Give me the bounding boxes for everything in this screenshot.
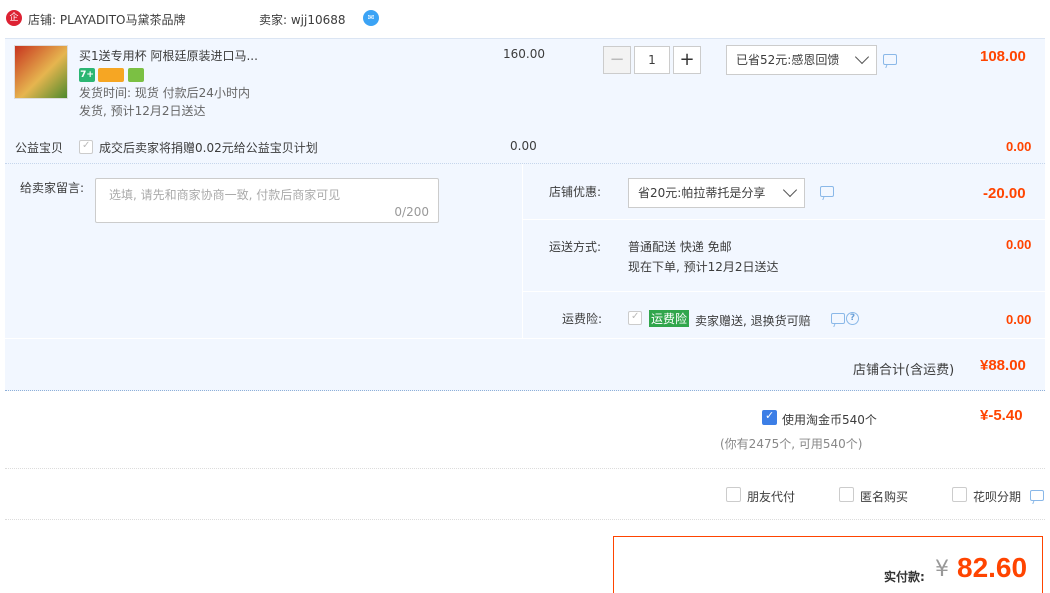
taojinbi-label[interactable]: 使用淘金币540个	[782, 411, 877, 428]
charity-label: 公益宝贝	[15, 141, 64, 155]
ship-time-text: 发货时间: 现货 付款后24小时内	[79, 86, 250, 100]
seven-day-return-icon: 7+	[79, 68, 95, 82]
item-subtotal: 108.00	[980, 48, 1026, 65]
shipping-eta: 现在下单, 预计12月2日送达	[628, 260, 779, 274]
chat-icon[interactable]: ✉	[363, 10, 379, 26]
payment-amount: 82.60	[957, 552, 1028, 583]
message-icon[interactable]	[820, 186, 834, 197]
charity-price: 0.00	[510, 139, 537, 153]
shop-discount-amount: -20.00	[983, 185, 1026, 202]
ship-eta-text: 发货, 预计12月2日送达	[79, 104, 206, 118]
taojinbi-balance: (你有2475个, 可用540个)	[720, 437, 863, 451]
charity-checkbox	[79, 140, 93, 154]
row-divider	[523, 219, 1045, 220]
shop-name-link[interactable]: 店铺: PLAYADITO马黛茶品牌	[28, 11, 186, 28]
row-divider	[5, 338, 1045, 339]
chevron-down-icon	[782, 182, 798, 198]
shop-discount-select-value: 省20元:帕拉蒂托是分享	[638, 186, 766, 200]
huabei-label[interactable]: 花呗分期	[973, 488, 1021, 505]
separator	[5, 468, 1045, 469]
shop-discount-label: 店铺优惠:	[549, 185, 602, 199]
shop-header: 企 店铺: PLAYADITO马黛茶品牌 卖家: wjj10688 ✉	[0, 0, 1050, 38]
message-icon[interactable]	[831, 313, 845, 324]
taojinbi-checkbox[interactable]	[762, 409, 777, 425]
shipping-method: 普通配送 快递 免邮	[628, 240, 732, 254]
row-divider	[523, 291, 1045, 292]
friend-pay-label[interactable]: 朋友代付	[747, 488, 795, 505]
insurance-text: 卖家赠送, 退换货可赔	[695, 314, 811, 328]
message-label: 给卖家留言:	[20, 181, 85, 195]
shop-total-amount: ¥88.00	[980, 357, 1026, 374]
insurance-amount: 0.00	[1006, 312, 1032, 327]
insurance-checkbox	[628, 311, 642, 325]
shipping-amount: 0.00	[1006, 237, 1032, 252]
message-icon[interactable]	[1030, 490, 1044, 501]
shop-discount-select[interactable]: 省20元:帕拉蒂托是分享	[628, 178, 805, 208]
seller-name-link[interactable]: 卖家: wjj10688	[259, 11, 346, 28]
insurance-label: 运费险:	[562, 312, 603, 326]
shop-total-label: 店铺合计(含运费)	[853, 363, 955, 378]
insurance-tag: 运费险	[649, 310, 690, 327]
help-icon[interactable]: ?	[846, 312, 859, 325]
shop-icon: 企	[6, 10, 22, 26]
quantity-input[interactable]: 1	[634, 46, 670, 74]
seller-message-placeholder: 选填, 请先和商家协商一致, 付款后商家可见	[109, 188, 341, 202]
product-thumbnail[interactable]	[14, 45, 68, 99]
payment-summary-box: 实付款: ¥ 82.60	[613, 536, 1043, 593]
green-leaf-icon	[128, 68, 144, 82]
payment-currency: ¥	[935, 557, 949, 582]
anonymous-checkbox[interactable]	[839, 487, 854, 502]
chevron-down-icon	[854, 49, 870, 65]
separator	[5, 519, 1045, 520]
order-item-section: 买1送专用杯 阿根廷原装进口马... 7+ 发货时间: 现货 付款后24小时内 …	[5, 38, 1045, 163]
shop-options-section: 给卖家留言: 选填, 请先和商家协商一致, 付款后商家可见 0/200 店铺优惠…	[5, 163, 1045, 391]
huabei-checkbox[interactable]	[952, 487, 967, 502]
friend-pay-checkbox[interactable]	[726, 487, 741, 502]
item-discount-select[interactable]: 已省52元:感恩回馈	[726, 45, 877, 75]
charity-text: 成交后卖家将捐赠0.02元给公益宝贝计划	[99, 141, 318, 155]
quantity-plus-button[interactable]: +	[673, 46, 701, 74]
taojinbi-amount: ¥-5.40	[980, 407, 1023, 424]
payment-label: 实付款:	[884, 570, 925, 584]
unit-price: 160.00	[503, 47, 545, 61]
column-divider	[522, 164, 523, 338]
shipping-label: 运送方式:	[549, 240, 602, 254]
message-icon[interactable]	[883, 54, 897, 65]
message-counter: 0/200	[394, 205, 429, 219]
card-payment-icon	[98, 68, 124, 82]
item-discount-select-value: 已省52元:感恩回馈	[736, 53, 840, 67]
seller-message-input[interactable]: 选填, 请先和商家协商一致, 付款后商家可见 0/200	[95, 178, 439, 223]
service-badges: 7+	[79, 39, 159, 89]
anonymous-label[interactable]: 匿名购买	[860, 488, 908, 505]
quantity-minus-button[interactable]: −	[603, 46, 631, 74]
charity-amount: 0.00	[1006, 139, 1032, 154]
